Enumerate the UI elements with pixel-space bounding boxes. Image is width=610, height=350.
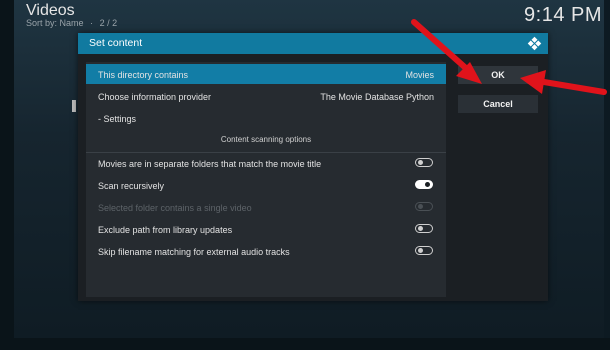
row-settings[interactable]: - Settings xyxy=(86,108,446,128)
option-skip-filename-matching[interactable]: Skip filename matching for external audi… xyxy=(86,241,446,261)
screen-border-bottom xyxy=(0,338,610,350)
option-scan-recursively[interactable]: Scan recursively xyxy=(86,175,446,195)
toggle-off-icon[interactable] xyxy=(415,158,433,167)
sort-info: Sort by: Name · 2 / 2 xyxy=(26,18,121,28)
option-separate-folders[interactable]: Movies are in separate folders that matc… xyxy=(86,153,446,173)
option-label: Skip filename matching for external audi… xyxy=(98,247,290,257)
option-exclude-path[interactable]: Exclude path from library updates xyxy=(86,219,446,239)
section-label: Content scanning options xyxy=(220,135,312,144)
option-label: Scan recursively xyxy=(98,181,165,191)
toggle-off-icon[interactable] xyxy=(415,224,433,233)
option-label: Exclude path from library updates xyxy=(98,225,233,235)
option-label: Selected folder contains a single video xyxy=(98,203,252,213)
option-single-video: Selected folder contains a single video xyxy=(86,197,446,217)
toggle-disabled-icon xyxy=(415,202,433,211)
toggle-off-icon[interactable] xyxy=(415,246,433,255)
row-directory-contains[interactable]: This directory contains Movies xyxy=(86,64,446,84)
page-indicator: 2 / 2 xyxy=(99,18,118,28)
side-menu-handle[interactable] xyxy=(72,100,76,112)
toggle-on-icon[interactable] xyxy=(415,180,433,189)
sort-separator: · xyxy=(90,18,94,28)
clock: 9:14 PM xyxy=(524,4,602,26)
row-label: Choose information provider xyxy=(98,92,212,102)
dialog-title: Set content xyxy=(89,37,143,49)
annotation-arrow-icon xyxy=(411,19,482,84)
row-information-provider[interactable]: Choose information provider The Movie Da… xyxy=(86,86,446,106)
option-label: Movies are in separate folders that matc… xyxy=(98,159,322,169)
annotation-arrow-icon xyxy=(520,70,607,95)
screen-border-left xyxy=(0,0,14,350)
kodi-logo-icon xyxy=(527,36,542,51)
row-value: The Movie Database Python xyxy=(320,92,434,102)
row-label: This directory contains xyxy=(98,70,189,80)
sort-label: Sort by: Name xyxy=(26,18,84,28)
row-label: - Settings xyxy=(98,114,137,124)
